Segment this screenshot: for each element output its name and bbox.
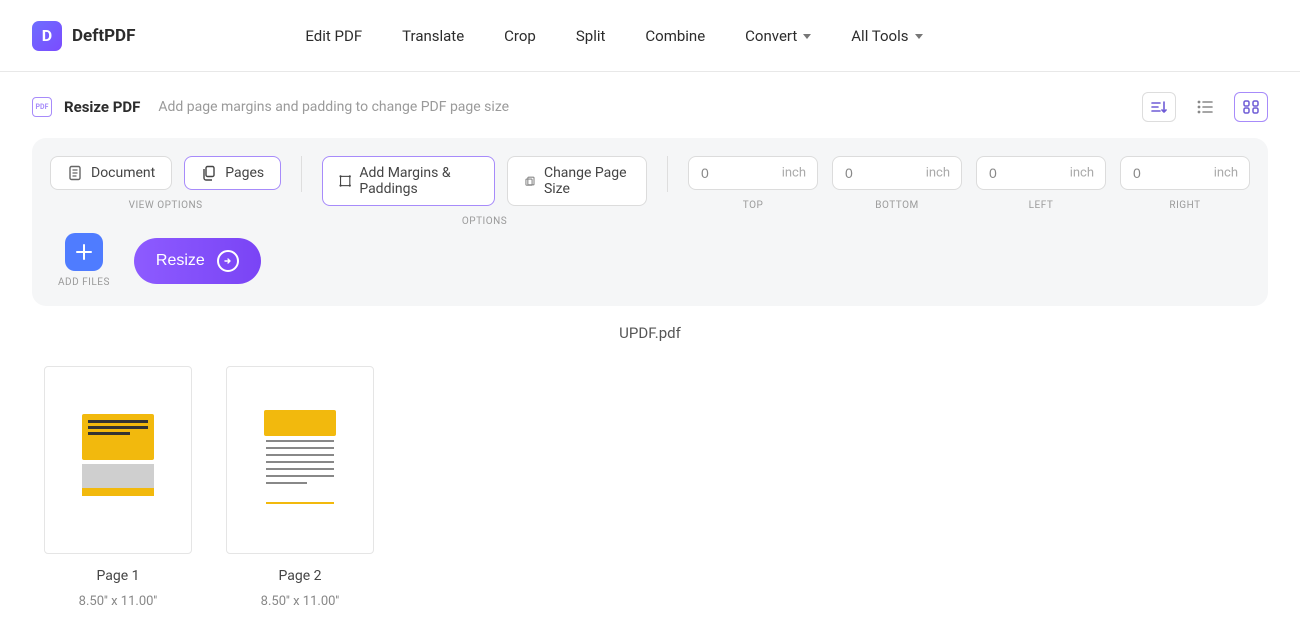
margin-bottom-label: BOTTOM [875, 200, 918, 211]
grid-icon [1243, 100, 1259, 114]
chevron-down-icon [915, 34, 923, 39]
nav-alltools-label: All Tools [851, 27, 908, 45]
view-pages-label: Pages [225, 165, 264, 181]
logo[interactable]: D DeftPDF [32, 21, 135, 51]
margin-top-label: TOP [743, 200, 764, 211]
change-page-size-label: Change Page Size [544, 165, 630, 197]
unit-label: inch [1070, 166, 1094, 181]
page-size-icon [524, 173, 536, 189]
page-thumbnail[interactable]: Page 1 8.50'' x 11.00'' [44, 366, 192, 609]
sort-icon [1151, 100, 1167, 114]
margin-bottom-cell: inch BOTTOM [832, 156, 962, 211]
subheader-left: PDF Resize PDF Add page margins and padd… [32, 97, 509, 117]
add-margins-button[interactable]: Add Margins & Paddings [322, 156, 495, 206]
change-page-size-button[interactable]: Change Page Size [507, 156, 648, 206]
page-preview [226, 366, 374, 554]
resize-button-label: Resize [156, 252, 205, 270]
add-files-label: ADD FILES [58, 277, 110, 288]
add-margins-label: Add Margins & Paddings [359, 165, 477, 197]
view-options-group: Document Pages VIEW OPTIONS [50, 156, 281, 211]
page-dimensions: 8.50'' x 11.00'' [261, 594, 340, 609]
page-dimensions: 8.50'' x 11.00'' [79, 594, 158, 609]
margin-top-cell: inch TOP [688, 156, 818, 211]
unit-label: inch [926, 166, 950, 181]
nav-combine-label: Combine [645, 27, 705, 45]
unit-label: inch [782, 166, 806, 181]
nav-split[interactable]: Split [576, 27, 606, 45]
nav-combine[interactable]: Combine [645, 27, 705, 45]
logo-icon: D [32, 21, 62, 51]
sort-toggle[interactable] [1142, 92, 1176, 122]
nav-crop[interactable]: Crop [504, 27, 536, 45]
page-title: Resize PDF [64, 98, 140, 116]
resize-button[interactable]: Resize [134, 238, 261, 284]
options-group: Add Margins & Paddings Change Page Size … [322, 156, 647, 227]
add-files-button[interactable] [65, 233, 103, 271]
nav-split-label: Split [576, 27, 606, 45]
toolbar-panel: Document Pages VIEW OPTIONS Add Margins … [32, 138, 1268, 306]
header: D DeftPDF Edit PDF Translate Crop Split … [0, 0, 1300, 72]
logo-text: DeftPDF [72, 26, 135, 46]
divider [667, 156, 668, 192]
arrow-right-icon [217, 250, 239, 272]
nav-convert-label: Convert [745, 27, 797, 45]
unit-label: inch [1214, 166, 1238, 181]
page-preview [44, 366, 192, 554]
nav-translate-label: Translate [402, 27, 464, 45]
view-document-label: Document [91, 165, 155, 181]
subheader: PDF Resize PDF Add page margins and padd… [0, 72, 1300, 132]
document-icon [67, 165, 83, 181]
list-view-button[interactable] [1188, 92, 1222, 122]
margin-left-cell: inch LEFT [976, 156, 1106, 211]
page-desc: Add page margins and padding to change P… [158, 99, 509, 115]
nav-crop-label: Crop [504, 27, 536, 45]
nav-edit-pdf[interactable]: Edit PDF [305, 27, 362, 45]
view-options-label: VIEW OPTIONS [50, 200, 281, 211]
nav-edit-label: Edit PDF [305, 27, 362, 45]
pdf-icon: PDF [32, 97, 52, 117]
margin-right-label: RIGHT [1169, 200, 1200, 211]
nav-convert[interactable]: Convert [745, 27, 811, 45]
file-name: UPDF.pdf [0, 324, 1300, 342]
nav-translate[interactable]: Translate [402, 27, 464, 45]
grid-view-button[interactable] [1234, 92, 1268, 122]
pages-icon [201, 165, 217, 181]
top-nav: Edit PDF Translate Crop Split Combine Co… [305, 27, 922, 45]
page-label: Page 2 [279, 568, 322, 584]
margins-inputs: inch TOP inch BOTTOM inch LEFT [688, 156, 1250, 211]
view-document-button[interactable]: Document [50, 156, 172, 190]
divider [301, 156, 302, 192]
page-label: Page 1 [97, 568, 140, 584]
view-pages-button[interactable]: Pages [184, 156, 281, 190]
page-thumbnail[interactable]: Page 2 8.50'' x 11.00'' [226, 366, 374, 609]
add-files-group: ADD FILES [58, 233, 110, 288]
nav-all-tools[interactable]: All Tools [851, 27, 922, 45]
margin-left-label: LEFT [1029, 200, 1054, 211]
view-switchers [1142, 92, 1268, 122]
margins-icon [339, 173, 351, 189]
chevron-down-icon [803, 34, 811, 39]
thumbnails: Page 1 8.50'' x 11.00'' Page 2 8.50'' x … [0, 342, 1300, 633]
plus-icon [75, 243, 93, 261]
options-label: OPTIONS [322, 216, 647, 227]
list-icon [1197, 100, 1213, 114]
margin-right-cell: inch RIGHT [1120, 156, 1250, 211]
